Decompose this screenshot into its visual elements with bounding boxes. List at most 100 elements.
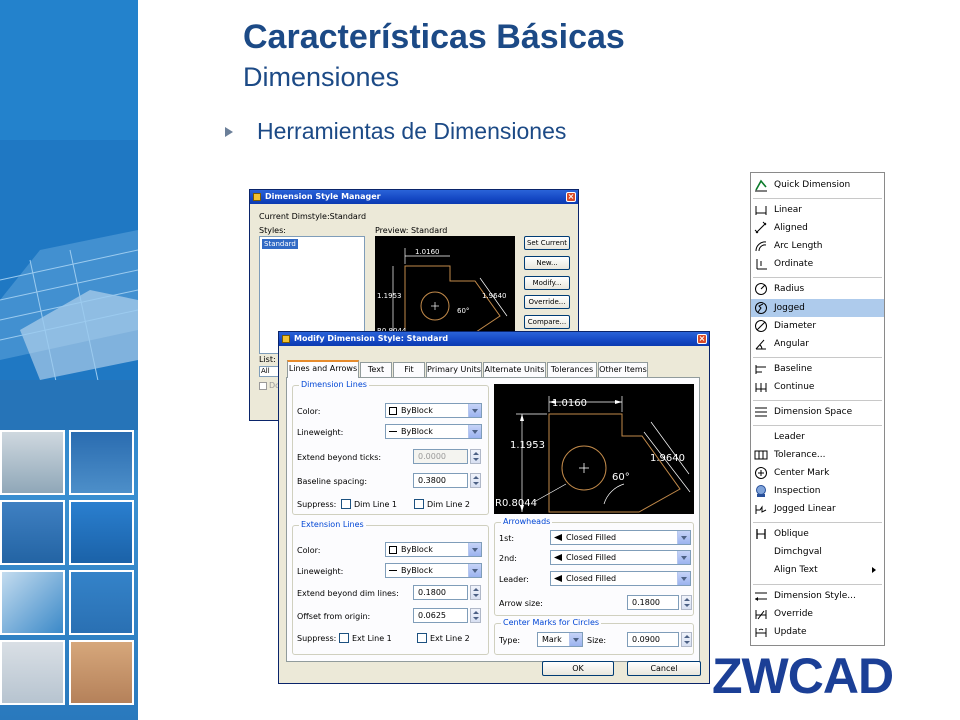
center-size-input[interactable]: 0.0900 — [627, 632, 679, 647]
chevron-down-icon[interactable] — [468, 404, 481, 417]
chevron-down-icon[interactable] — [677, 531, 690, 544]
dsm-titlebar[interactable]: Dimension Style Manager × — [250, 190, 578, 204]
menu-item-label: Aligned — [774, 223, 808, 233]
mds-titlebar[interactable]: Modify Dimension Style: Standard × — [279, 332, 709, 346]
tab-other-items[interactable]: Other Items — [598, 362, 648, 377]
dim-line-1-checkbox[interactable] — [341, 499, 351, 509]
chevron-down-icon[interactable] — [677, 551, 690, 564]
inspection-icon — [756, 485, 766, 497]
menu-item-tolerance[interactable]: Tolerance... — [751, 446, 884, 464]
ext-line-2-checkbox[interactable] — [417, 633, 427, 643]
close-icon[interactable]: × — [697, 334, 707, 344]
zwcad-logo-text: ZWCAD — [712, 648, 893, 704]
menu-item-label: Tolerance... — [774, 450, 826, 460]
ok-button[interactable]: OK — [542, 661, 614, 676]
lineweight-icon — [389, 431, 397, 432]
dim-lineweight-value: ByBlock — [401, 427, 433, 436]
jogged-linear-icon — [755, 505, 767, 514]
tab-alternate-units[interactable]: Alternate Units — [483, 362, 546, 377]
menu-item-baseline[interactable]: Baseline — [751, 360, 884, 378]
menu-item-ordinate[interactable]: Ordinate — [751, 255, 884, 273]
style-item-standard[interactable]: Standard — [262, 239, 298, 249]
arrow-leader-select[interactable]: Closed Filled — [550, 571, 691, 586]
center-size-stepper[interactable] — [681, 632, 692, 647]
set-current-button[interactable]: Set Current — [524, 236, 570, 250]
menu-item-center-mark[interactable]: Center Mark — [751, 464, 884, 482]
center-size-label: Size: — [587, 636, 607, 645]
ext-line-1-checkbox[interactable] — [339, 633, 349, 643]
arrowheads-group: Arrowheads 1st: Closed Filled 2nd: Close… — [494, 517, 694, 616]
ext-color-select[interactable]: ByBlock — [385, 542, 482, 557]
chevron-down-icon[interactable] — [468, 543, 481, 556]
chevron-down-icon[interactable] — [468, 564, 481, 577]
extend-beyond-ticks-input[interactable]: 0.0000 — [413, 449, 468, 464]
menu-item-continue[interactable]: Continue — [751, 378, 884, 396]
dsm-dim-angle: 60° — [457, 307, 469, 315]
extend-beyond-dim-lines-input[interactable]: 0.1800 — [413, 585, 468, 600]
center-type-select[interactable]: Mark — [537, 632, 583, 647]
override-button[interactable]: Override... — [524, 295, 570, 309]
close-icon[interactable]: × — [566, 192, 576, 202]
new-button[interactable]: New... — [524, 256, 570, 270]
compare-button[interactable]: Compare... — [524, 315, 570, 329]
extend-beyond-ticks-stepper[interactable] — [470, 449, 481, 464]
menu-item-leader[interactable]: Leader — [751, 428, 884, 446]
dim-lineweight-select[interactable]: ByBlock — [385, 424, 482, 439]
mds-preview-drawing: 1.0160 1.1953 1.9640 60° R0.8044 — [495, 396, 691, 513]
dim-color-select[interactable]: ByBlock — [385, 403, 482, 418]
offset-from-origin-stepper[interactable] — [470, 608, 481, 623]
menu-item-inspection[interactable]: Inspection — [751, 482, 884, 500]
menu-separator — [753, 277, 882, 278]
menu-item-dimchgval[interactable]: Dimchgval — [751, 543, 884, 561]
mds-dim-angle: 60° — [612, 472, 630, 483]
offset-from-origin-input[interactable]: 0.0625 — [413, 608, 468, 623]
jogged-icon — [755, 302, 767, 314]
arrow-2nd-select[interactable]: Closed Filled — [550, 550, 691, 565]
menu-item-linear[interactable]: Linear — [751, 201, 884, 219]
dim-line-2-checkbox[interactable] — [414, 499, 424, 509]
menu-item-override[interactable]: Override — [751, 605, 884, 623]
tab-primary-units[interactable]: Primary Units — [426, 362, 482, 377]
menu-item-jogged[interactable]: Jogged — [751, 299, 884, 317]
menu-item-arc-length[interactable]: Arc Length — [751, 237, 884, 255]
menu-item-label: Radius — [774, 284, 805, 294]
menu-item-dimension-space[interactable]: Dimension Space — [751, 403, 884, 421]
menu-item-label: Diameter — [774, 321, 817, 331]
building-photo-tile — [69, 500, 134, 565]
menu-item-align-text[interactable]: Align Text — [751, 561, 884, 579]
override-icon — [755, 610, 767, 620]
tab-fit[interactable]: Fit — [393, 362, 425, 377]
menu-separator — [753, 400, 882, 401]
menu-item-radius[interactable]: Radius — [751, 280, 884, 298]
dimension-menu: Quick Dimension Linear Aligned Arc Length Or… — [750, 172, 885, 646]
menu-item-jogged-linear[interactable]: Jogged Linear — [751, 500, 884, 518]
chevron-down-icon[interactable] — [468, 425, 481, 438]
arrow-1st-label: 1st: — [499, 534, 515, 543]
dont-list-checkbox[interactable] — [259, 382, 267, 390]
tab-text[interactable]: Text — [360, 362, 392, 377]
center-marks-group: Center Marks for Circles Type: Mark Size… — [494, 618, 694, 655]
menu-item-dimension-style[interactable]: Dimension Style... — [751, 587, 884, 605]
cancel-button[interactable]: Cancel — [627, 661, 701, 676]
chevron-down-icon[interactable] — [569, 633, 582, 646]
arrow-size-input[interactable]: 0.1800 — [627, 595, 679, 610]
menu-item-aligned[interactable]: Aligned — [751, 219, 884, 237]
menu-item-diameter[interactable]: Diameter — [751, 317, 884, 335]
menu-item-angular[interactable]: Angular — [751, 335, 884, 353]
tab-tolerances[interactable]: Tolerances — [547, 362, 597, 377]
arrow-size-stepper[interactable] — [681, 595, 692, 610]
list-dropdown[interactable]: All sty — [259, 366, 279, 377]
modify-button[interactable]: Modify... — [524, 276, 570, 290]
baseline-spacing-stepper[interactable] — [470, 473, 481, 488]
menu-item-oblique[interactable]: Oblique — [751, 525, 884, 543]
extend-beyond-dim-lines-stepper[interactable] — [470, 585, 481, 600]
menu-item-quick-dimension[interactable]: Quick Dimension — [751, 176, 884, 194]
extension-lines-group-label: Extension Lines — [299, 520, 366, 529]
tab-lines-and-arrows[interactable]: Lines and Arrows — [287, 360, 359, 378]
menu-item-update[interactable]: Update — [751, 623, 884, 641]
baseline-spacing-input[interactable]: 0.3800 — [413, 473, 468, 488]
dim-lineweight-label: Lineweight: — [297, 428, 344, 437]
chevron-down-icon[interactable] — [677, 572, 690, 585]
arrow-1st-select[interactable]: Closed Filled — [550, 530, 691, 545]
ext-lineweight-select[interactable]: ByBlock — [385, 563, 482, 578]
